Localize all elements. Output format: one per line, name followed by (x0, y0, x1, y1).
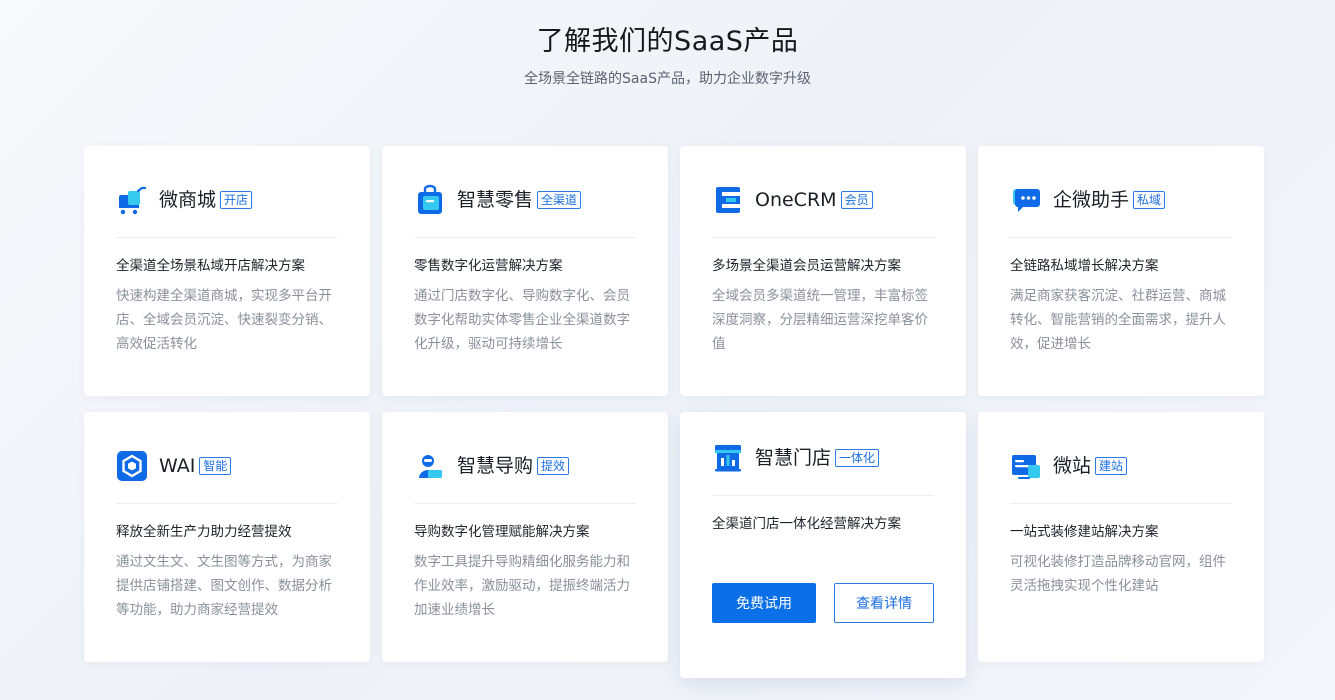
card-head: OneCRM 会员 (712, 184, 873, 216)
card-heading: 一站式装修建站解决方案 (1010, 524, 1159, 540)
card-heading: 多场景全渠道会员运营解决方案 (712, 258, 901, 274)
card-heading: 释放全新生产力助力经营提效 (116, 524, 292, 540)
website-icon (1010, 450, 1042, 482)
product-card-wai[interactable]: WAI 智能 释放全新生产力助力经营提效 通过文生文、文生图等方式，为商家提供店… (84, 412, 370, 662)
card-title: 智慧导购 (457, 455, 534, 477)
card-divider (712, 495, 934, 496)
card-head: 智慧门店 一体化 (712, 442, 880, 474)
card-tag: 会员 (840, 191, 873, 209)
ai-hexagon-icon (116, 450, 148, 482)
view-details-button[interactable]: 查看详情 (834, 583, 934, 623)
card-divider (1010, 503, 1232, 504)
shopping-guide-icon (414, 450, 446, 482)
card-description: 通过门店数字化、导购数字化、会员数字化帮助实体零售企业全渠道数字化升级，驱动可持… (414, 288, 630, 352)
card-description: 数字工具提升导购精细化服务能力和作业效率，激励驱动，提振终端活力加速业绩增长 (414, 554, 630, 618)
card-heading: 零售数字化运营解决方案 (414, 258, 563, 274)
card-head: 智慧零售 全渠道 (414, 184, 582, 216)
card-divider (712, 237, 934, 238)
shopping-bag-icon (414, 184, 446, 216)
card-head: 微商城 开店 (116, 184, 253, 216)
card-title: 智慧门店 (755, 447, 832, 469)
product-card-wecom-assistant[interactable]: 企微助手 私域 全链路私域增长解决方案 满足商家获客沉淀、社群运营、商城转化、智… (978, 146, 1264, 396)
card-description: 快速构建全渠道商城，实现多平台开店、全域会员沉淀、快速裂变分销、高效促活转化 (116, 288, 332, 352)
card-tag: 全渠道 (537, 191, 582, 209)
chat-bubble-icon (1010, 184, 1042, 216)
section-header: 了解我们的SaaS产品 全场景全链路的SaaS产品，助力企业数字升级 (0, 22, 1335, 88)
card-divider (116, 237, 338, 238)
page-subtitle: 全场景全链路的SaaS产品，助力企业数字升级 (524, 71, 811, 87)
card-heading: 全链路私域增长解决方案 (1010, 258, 1159, 274)
free-trial-button[interactable]: 免费试用 (712, 583, 816, 623)
card-divider (414, 237, 636, 238)
card-tag: 提效 (537, 457, 570, 475)
card-description: 全域会员多渠道统一管理，丰富标签深度洞察，分层精细运营深挖单客价值 (712, 288, 928, 352)
card-title: 企微助手 (1053, 189, 1130, 211)
card-tag: 开店 (220, 191, 253, 209)
card-divider (414, 503, 636, 504)
page-title: 了解我们的SaaS产品 (536, 26, 799, 57)
card-tag: 智能 (199, 457, 232, 475)
product-card-onecrm[interactable]: OneCRM 会员 多场景全渠道会员运营解决方案 全域会员多渠道统一管理，丰富标… (680, 146, 966, 396)
card-divider (116, 503, 338, 504)
card-description: 满足商家获客沉淀、社群运营、商城转化、智能营销的全面需求，提升人效，促进增长 (1010, 288, 1226, 352)
card-title: OneCRM (755, 189, 837, 211)
card-tag: 私域 (1133, 191, 1166, 209)
card-tag: 建站 (1095, 457, 1128, 475)
product-card-micro-site[interactable]: 微站 建站 一站式装修建站解决方案 可视化装修打造品牌移动官网，组件灵活拖拽实现… (978, 412, 1264, 662)
card-heading: 导购数字化管理赋能解决方案 (414, 524, 590, 540)
card-title: 微站 (1053, 455, 1092, 477)
card-head: 智慧导购 提效 (414, 450, 570, 482)
card-title: WAI (159, 455, 196, 477)
card-head: WAI 智能 (116, 450, 232, 482)
card-description: 可视化装修打造品牌移动官网，组件灵活拖拽实现个性化建站 (1010, 554, 1226, 594)
product-card-smart-store[interactable]: 智慧门店 一体化 全渠道门店一体化经营解决方案 免费试用 查看详情 (680, 412, 966, 678)
card-heading: 全渠道全场景私域开店解决方案 (116, 258, 305, 274)
card-head: 微站 建站 (1010, 450, 1128, 482)
onecrm-logo-icon (712, 184, 744, 216)
card-divider (1010, 237, 1232, 238)
card-description: 通过文生文、文生图等方式，为商家提供店铺搭建、图文创作、数据分析等功能，助力商家… (116, 554, 332, 618)
card-title: 微商城 (159, 189, 217, 211)
product-card-smart-retail[interactable]: 智慧零售 全渠道 零售数字化运营解决方案 通过门店数字化、导购数字化、会员数字化… (382, 146, 668, 396)
card-head: 企微助手 私域 (1010, 184, 1166, 216)
product-card-smart-guide[interactable]: 智慧导购 提效 导购数字化管理赋能解决方案 数字工具提升导购精细化服务能力和作业… (382, 412, 668, 662)
product-card-micro-mall[interactable]: 微商城 开店 全渠道全场景私域开店解决方案 快速构建全渠道商城，实现多平台开店、… (84, 146, 370, 396)
card-title: 智慧零售 (457, 189, 534, 211)
card-tag: 一体化 (835, 449, 880, 467)
card-heading: 全渠道门店一体化经营解决方案 (712, 516, 901, 532)
storefront-icon (712, 442, 744, 474)
cart-icon (116, 184, 148, 216)
